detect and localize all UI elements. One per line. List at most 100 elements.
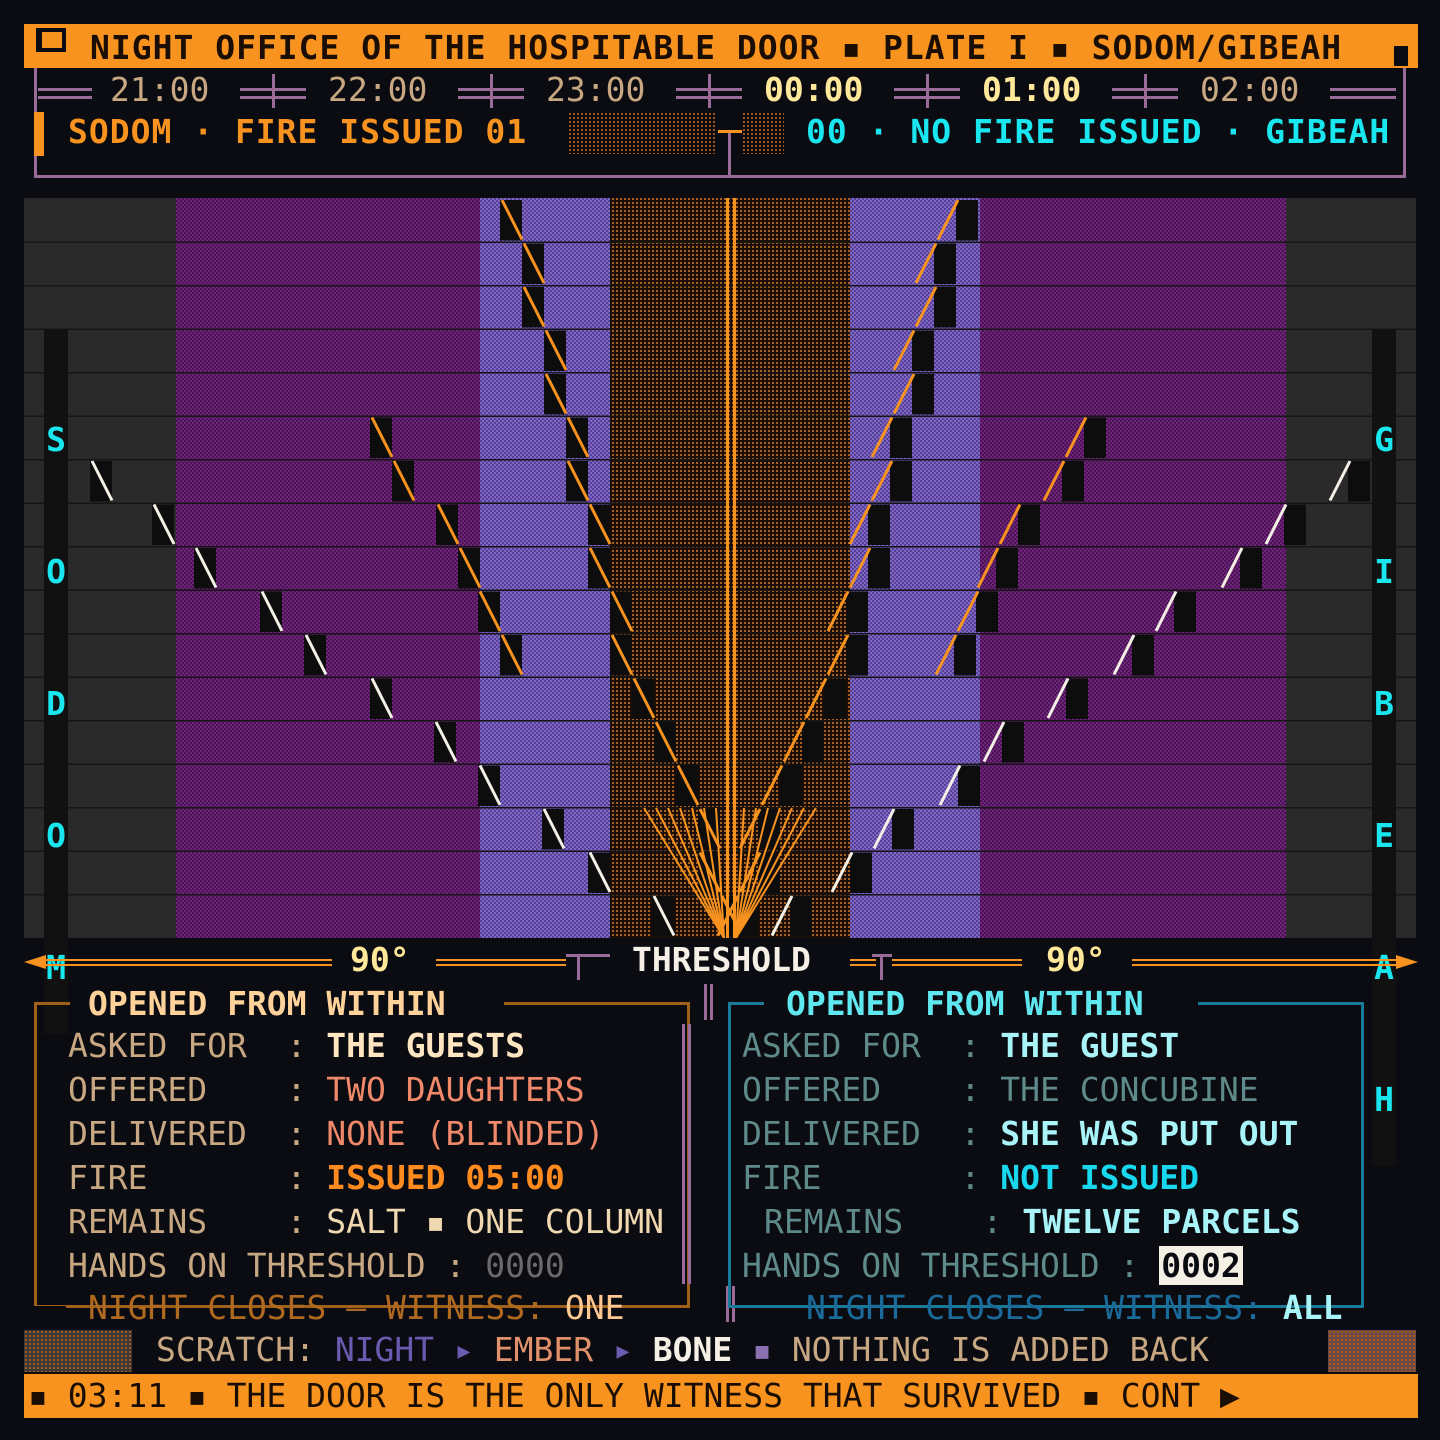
- row-value: TWO DAUGHTERS: [326, 1070, 585, 1109]
- scratch-arrow: ▸: [434, 1330, 494, 1369]
- row-divider: [24, 285, 1416, 287]
- gibeah-row-asked: ASKED FOR : THE GUEST: [742, 1026, 1179, 1065]
- row-divider: [24, 894, 1416, 896]
- ember-dither-bar: [568, 112, 716, 154]
- panel-edge: [34, 1002, 70, 1005]
- divider-line: [682, 1024, 685, 1284]
- stroke-shadow: [868, 504, 890, 545]
- row-divider: [24, 415, 1416, 417]
- ruler-tick: [272, 74, 275, 108]
- row-key: DELIVERED: [742, 1114, 961, 1153]
- row-sep: :: [445, 1246, 466, 1285]
- stroke-shadow: [824, 678, 846, 719]
- row-key: OFFERED: [742, 1070, 961, 1109]
- row-value: THE GUEST: [1000, 1026, 1180, 1065]
- stroke-shadow: [890, 461, 912, 502]
- stroke-shadow: [1002, 722, 1024, 763]
- stroke-shadow: [1084, 417, 1106, 458]
- row-sep: :: [286, 1026, 307, 1065]
- stroke-shadow: [780, 765, 802, 806]
- label-letter: E: [1374, 816, 1394, 855]
- sodom-vertical-label: S O D O M: [44, 330, 68, 1034]
- sodom-panel-title: OPENED FROM WITHIN: [88, 984, 446, 1023]
- stroke-shadow: [1066, 678, 1088, 719]
- hour-0100: 01:00: [982, 70, 1082, 109]
- stroke-shadow: [802, 722, 824, 763]
- row-sep: :: [286, 1202, 307, 1241]
- row-key: REMAINS: [68, 1202, 287, 1241]
- ruler-segment: [38, 96, 92, 99]
- row-sep: :: [982, 1202, 1003, 1241]
- row-sep: :: [286, 1158, 307, 1197]
- row-divider: [24, 633, 1416, 635]
- row-key: OFFERED: [68, 1070, 287, 1109]
- stroke-shadow: [850, 852, 872, 893]
- stroke-shadow: [1240, 548, 1262, 589]
- scratch-ember: EMBER: [493, 1330, 594, 1369]
- row-divider: [24, 502, 1416, 504]
- stroke-shadow: [996, 548, 1018, 589]
- gibeah-closing: NIGHT CLOSES — WITNESS: ALL: [806, 1288, 1342, 1327]
- panel-edge: [1198, 1002, 1364, 1005]
- row-divider: [24, 763, 1416, 765]
- row-key: FIRE: [742, 1158, 961, 1197]
- right-arrow-icon: [1396, 955, 1418, 969]
- row-sep: :: [286, 1114, 307, 1153]
- row-divider: [24, 720, 1416, 722]
- ember-dither-bar: [742, 112, 784, 154]
- gibeah-panel-title: OPENED FROM WITHIN: [786, 984, 1144, 1023]
- sodom-row-hands: HANDS ON THRESHOLD : 0000: [68, 1246, 565, 1285]
- stroke-shadow: [890, 417, 912, 458]
- corner-notch-icon: [1394, 46, 1408, 66]
- sodom-row-fire: FIRE : ISSUED 05:00: [68, 1158, 565, 1197]
- closing-value: ALL: [1282, 1288, 1343, 1327]
- stroke-shadow: [1348, 461, 1370, 502]
- hour-2300: 23:00: [546, 70, 646, 109]
- stroke-shadow: [790, 896, 812, 937]
- label-letter: O: [46, 552, 66, 591]
- gibeah-status: 00 · NO FIRE ISSUED · GIBEAH: [806, 112, 1391, 151]
- row-key: HANDS ON THRESHOLD: [68, 1246, 446, 1285]
- row-value: ISSUED 05:00: [326, 1158, 565, 1197]
- gibeah-row-fire: FIRE : NOT ISSUED: [742, 1158, 1199, 1197]
- stroke-shadow: [912, 374, 934, 415]
- label-letter: O: [46, 816, 66, 855]
- row-key: ASKED FOR: [742, 1026, 961, 1065]
- row-value: THE GUESTS: [326, 1026, 525, 1065]
- left-arrow-icon: [24, 955, 46, 969]
- hour-0000: 00:00: [764, 70, 864, 109]
- left-noise-block: [24, 1330, 132, 1372]
- title-bar: NIGHT OFFICE OF THE HOSPITABLE DOOR ▪ PL…: [24, 24, 1418, 68]
- ruler-tick: [926, 74, 929, 108]
- scratch-bar: SCRATCH: NIGHT ▸ EMBER ▸ BONE ▪ NOTHING …: [24, 1330, 1416, 1372]
- label-letter: D: [46, 684, 66, 723]
- footer-text: ▪ 03:11 ▪ THE DOOR IS THE ONLY WITNESS T…: [28, 1376, 1240, 1415]
- closing-prefix: NIGHT CLOSES — WITNESS:: [88, 1288, 565, 1327]
- stroke-shadow: [912, 330, 934, 371]
- ruler-segment: [1330, 96, 1396, 99]
- row-value: TWELVE PARCELS: [1022, 1202, 1301, 1241]
- gibeah-row-remains: REMAINS : TWELVE PARCELS: [764, 1202, 1300, 1241]
- stroke-shadow: [846, 591, 868, 632]
- gibeah-row-hands: HANDS ON THRESHOLD : 0002: [742, 1246, 1243, 1285]
- label-letter: G: [1374, 420, 1394, 459]
- row-key: ASKED FOR: [68, 1026, 287, 1065]
- stroke-shadow: [846, 635, 868, 676]
- threshold-label: THRESHOLD: [632, 940, 811, 979]
- row-divider: [24, 241, 1416, 243]
- row-divider: [24, 546, 1416, 548]
- sodom-status: SODOM · FIRE ISSUED 01: [34, 112, 527, 156]
- ember-band: [610, 198, 850, 938]
- scratch-bone: BONE: [652, 1330, 733, 1369]
- gibeah-row-offered: OFFERED : THE CONCUBINE: [742, 1070, 1259, 1109]
- stroke-shadow: [934, 243, 956, 284]
- ruler-tick: [1144, 74, 1147, 108]
- row-key: DELIVERED: [68, 1114, 287, 1153]
- row-sep: :: [1119, 1246, 1140, 1285]
- row-divider: [24, 372, 1416, 374]
- row-key: REMAINS: [764, 1202, 983, 1241]
- scratch-prefix: SCRATCH:: [156, 1330, 335, 1369]
- threshold-line: [733, 198, 736, 938]
- stroke-shadow: [954, 635, 976, 676]
- row-divider: [24, 676, 1416, 678]
